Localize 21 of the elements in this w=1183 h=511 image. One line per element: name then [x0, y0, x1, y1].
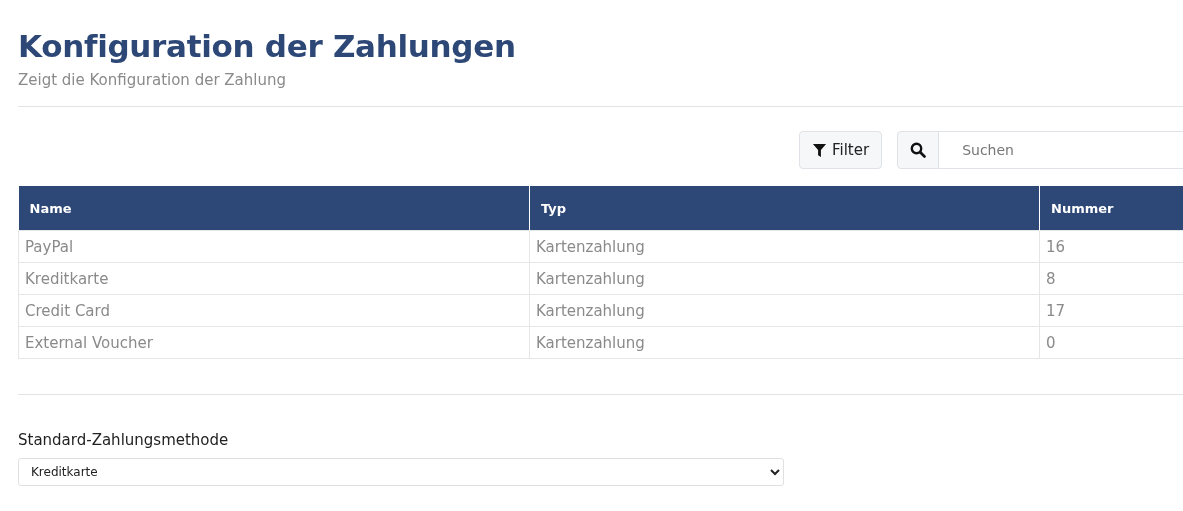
filter-button[interactable]: Filter [799, 131, 883, 169]
field-label: Standard-Zahlungsmethode [18, 431, 230, 449]
table-cell: External Voucher [18, 326, 530, 359]
page-title: Konfiguration der Zahlungen [18, 27, 517, 66]
page-subtitle: Zeigt die Konfiguration der Zahlung [18, 71, 287, 89]
table-cell: Kartenzahlung [529, 230, 1040, 263]
column-header: Name [18, 186, 530, 231]
table-cell: Kreditkarte [18, 262, 530, 295]
table-cell: Kartenzahlung [529, 326, 1040, 359]
search-icon [910, 142, 927, 158]
search-button[interactable] [897, 131, 940, 169]
table-cell: Credit Card [18, 294, 530, 327]
table-cell: PayPal [18, 230, 530, 263]
table-cell: Kartenzahlung [529, 262, 1040, 295]
search-field[interactable]: Suchen [939, 131, 1183, 169]
filter-icon [812, 142, 827, 158]
column-header: Typ [529, 186, 1040, 231]
table-cell: Kartenzahlung [529, 294, 1040, 327]
column-header: Nummer [1039, 186, 1183, 231]
table-cell: 16 [1039, 230, 1183, 263]
payment-method-select[interactable]: Kreditkarte [18, 458, 784, 486]
